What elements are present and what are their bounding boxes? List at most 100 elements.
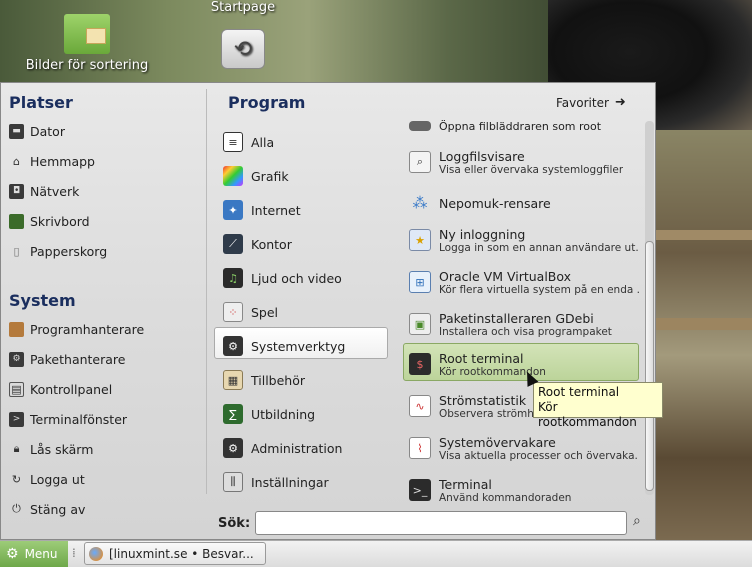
list-icon: ≡	[223, 132, 243, 152]
control-panel-icon: ▤	[9, 381, 24, 397]
category-settings[interactable]: ⫼ Inställningar	[223, 468, 329, 496]
places-item-label: Dator	[30, 123, 65, 139]
app-item-nepomuk-cleaner[interactable]: ⁂ Nepomuk-rensare	[409, 191, 639, 215]
lock-icon: 🔒︎	[13, 442, 20, 455]
app-list-scrollbar-thumb[interactable]	[645, 241, 654, 491]
calculator-icon: ▦	[223, 370, 243, 390]
trash-icon: ▯	[13, 244, 20, 258]
app-item-log-viewer[interactable]: ⌕ Loggfilsvisare Visa eller övervaka sys…	[409, 145, 639, 179]
category-label: Alla	[251, 134, 275, 150]
tooltip-title: Root terminal	[538, 385, 620, 399]
administration-icon: ⚙	[223, 438, 243, 458]
app-item-system-monitor[interactable]: ⌇ Systemövervakare Visa aktuella process…	[409, 431, 639, 465]
app-description: Visa eller övervaka systemloggfiler	[439, 163, 624, 176]
app-description: Logga in som en annan användare ut...	[439, 241, 639, 254]
app-item-open-filebrowser-root[interactable]: Öppna filbläddraren som root	[409, 117, 639, 135]
taskbar-window-label: [linuxmint.se • Besvar...	[109, 546, 254, 561]
app-description: Observera strömha	[439, 407, 541, 420]
system-item-package-manager[interactable]: ⚙ Pakethanterare	[9, 348, 125, 370]
category-education[interactable]: ∑ Utbildning	[223, 400, 315, 428]
app-description: Kör flera virtuella system på en enda ..…	[439, 283, 639, 296]
app-description: Installera och visa programpaket	[439, 325, 612, 338]
app-name: Öppna filbläddraren som root	[439, 119, 602, 133]
category-all[interactable]: ≡ Alla	[223, 128, 274, 156]
package-manager-icon: ⚙	[9, 351, 24, 367]
package-icon: ▣	[409, 313, 431, 335]
category-label: Internet	[251, 202, 301, 218]
desktop-background-fence	[656, 318, 752, 330]
places-item-desktop[interactable]: Skrivbord	[9, 210, 90, 232]
system-item-label: Programhanterare	[30, 321, 145, 337]
power-icon: ⏻	[12, 502, 21, 515]
category-administration[interactable]: ⚙ Administration	[223, 434, 342, 462]
system-item-label: Lås skärm	[30, 441, 94, 457]
category-office[interactable]: ⟋ Kontor	[223, 230, 292, 258]
app-name: Root terminal	[439, 350, 524, 366]
taskbar-window-button[interactable]: [linuxmint.se • Besvar...	[84, 542, 266, 565]
system-item-label: Stäng av	[30, 501, 86, 517]
category-games[interactable]: ⁘ Spel	[223, 298, 278, 326]
desktop-icon-label: Bilder för sortering	[25, 58, 149, 73]
app-item-terminal[interactable]: >_ Terminal Använd kommandoraden	[409, 473, 639, 505]
places-item-home[interactable]: ⌂ Hemmapp	[9, 150, 95, 172]
software-manager-icon	[9, 321, 24, 337]
desktop-background-fence	[656, 230, 752, 240]
places-item-computer[interactable]: ▬ Dator	[9, 120, 65, 142]
system-item-label: Pakethanterare	[30, 351, 126, 367]
programs-title: Program	[228, 93, 306, 112]
folder-icon	[64, 14, 110, 54]
menu-button[interactable]: ⚙ Menu	[0, 541, 68, 567]
app-name: Oracle VM VirtualBox	[439, 268, 572, 284]
desktop-icon-folder[interactable]: Bilder för sortering	[22, 14, 152, 73]
app-item-gdebi[interactable]: ▣ Paketinstalleraren GDebi Installera oc…	[409, 307, 639, 341]
search-input[interactable]	[255, 511, 627, 535]
desktop-icon-startpage[interactable]: Startpage ⟲	[198, 0, 288, 69]
education-icon: ∑	[223, 404, 243, 424]
terminal-icon: >_	[409, 479, 431, 501]
places-item-label: Skrivbord	[30, 213, 90, 229]
app-name: Terminal	[439, 476, 492, 492]
app-item-new-login[interactable]: ★ Ny inloggning Logga in som en annan an…	[409, 223, 639, 257]
system-item-shutdown[interactable]: ⏻ Stäng av	[9, 498, 85, 520]
graphics-icon	[223, 166, 243, 186]
system-monitor-icon: ⌇	[409, 437, 431, 459]
places-item-network[interactable]: ◘ Nätverk	[9, 180, 79, 202]
category-system-tools[interactable]: ⚙ Systemverktyg	[223, 332, 345, 360]
games-icon: ⁘	[223, 302, 243, 322]
app-item-virtualbox[interactable]: ⊞ Oracle VM VirtualBox Kör flera virtuel…	[409, 265, 639, 299]
system-item-logout[interactable]: ↻ Logga ut	[9, 468, 85, 490]
category-sound-video[interactable]: ♫ Ljud och video	[223, 264, 342, 292]
backup-icon: ⟲	[221, 29, 265, 69]
category-label: Utbildning	[251, 406, 316, 422]
system-item-lock-screen[interactable]: 🔒︎ Lås skärm	[9, 438, 94, 460]
magnifier-icon: ⌕	[409, 151, 431, 173]
start-menu: Platser ▬ Dator ⌂ Hemmapp ◘ Nätverk Skri…	[0, 82, 656, 540]
terminal-icon: >	[9, 411, 24, 427]
system-item-label: Terminalfönster	[30, 411, 128, 427]
search-label: Sök:	[218, 516, 251, 531]
power-statistics-icon: ∿	[409, 395, 431, 417]
category-accessories[interactable]: ▦ Tillbehör	[223, 366, 305, 394]
places-item-label: Hemmapp	[30, 153, 95, 169]
app-list: Öppna filbläddraren som root ⌕ Loggfilsv…	[399, 113, 643, 505]
favorites-label: Favoriter	[556, 95, 609, 110]
category-internet[interactable]: ✦ Internet	[223, 196, 301, 224]
category-label: Administration	[251, 440, 343, 456]
search-icon[interactable]: ⌕	[633, 513, 651, 531]
places-item-trash[interactable]: ▯ Papperskorg	[9, 240, 107, 262]
app-name: Nepomuk-rensare	[439, 195, 551, 211]
category-label: Tillbehör	[251, 372, 306, 388]
favorites-button[interactable]: Favoriter ➜	[556, 95, 626, 110]
firefox-icon	[89, 546, 103, 561]
system-title: System	[9, 291, 76, 310]
system-item-software-manager[interactable]: Programhanterare	[9, 318, 144, 340]
system-item-control-panel[interactable]: ▤ Kontrollpanel	[9, 378, 112, 400]
app-name: Strömstatistik	[439, 392, 527, 408]
category-graphics[interactable]: Grafik	[223, 162, 289, 190]
desktop-icon	[9, 213, 24, 229]
tooltip-description: Kör rootkommandon	[538, 400, 637, 429]
desktop-background-right	[656, 130, 752, 540]
folder-icon	[409, 121, 431, 131]
settings-icon: ⫼	[223, 472, 243, 492]
system-item-terminal[interactable]: > Terminalfönster	[9, 408, 127, 430]
